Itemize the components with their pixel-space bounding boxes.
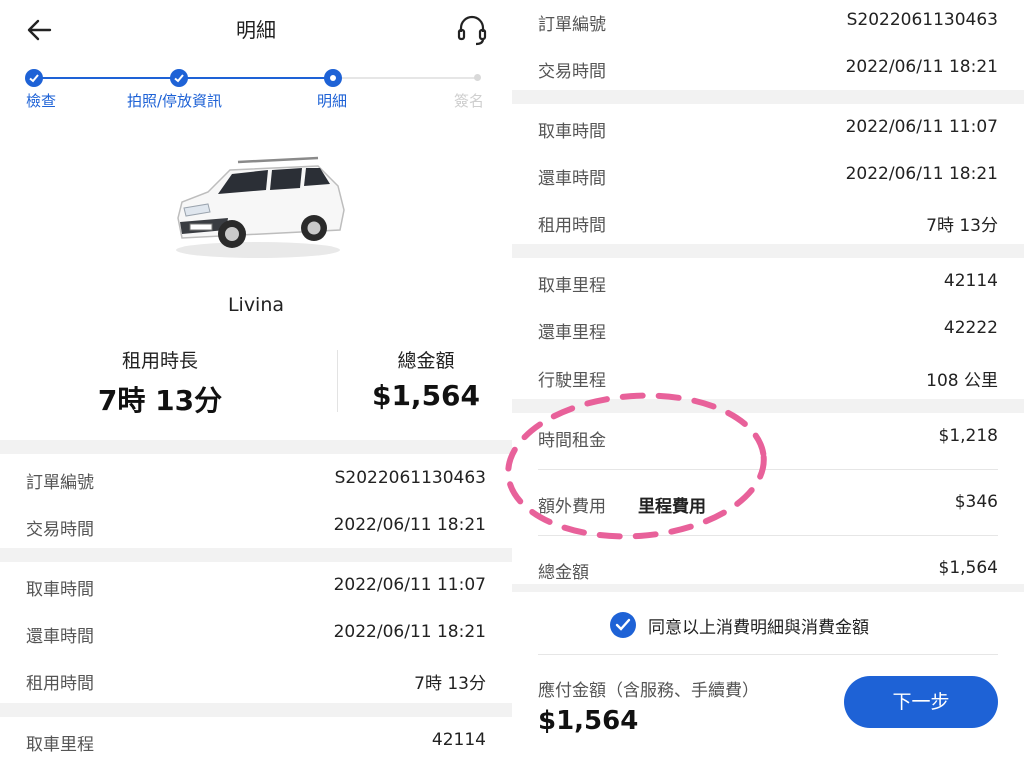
customer-service-button[interactable] — [454, 12, 490, 48]
extra-fee-value: $346 — [954, 492, 998, 512]
duration-value: 7時 13分 — [97, 384, 223, 417]
rental-time-row: 租用時間 7時 13分 — [0, 661, 512, 701]
duration-label: 租用時長 — [121, 350, 198, 372]
trade-time-label: 交易時間 — [538, 62, 606, 82]
row-divider — [538, 469, 998, 470]
row-divider — [538, 535, 998, 536]
order-number-value: S2022061130463 — [334, 468, 486, 488]
payable-label: 應付金額（含服務、手續費） — [538, 681, 759, 701]
duration-summary: 租用時長 7時 13分 — [40, 346, 280, 419]
section-gap — [512, 399, 1024, 413]
trade-time-value: 2022/06/11 18:21 — [333, 515, 486, 535]
return-time-row: 還車時間 2022/06/11 18:21 — [0, 614, 512, 654]
pickup-time-row: 取車時間 2022/06/11 11:07 — [512, 109, 1024, 149]
return-mileage-row: 還車里程 42222 — [512, 310, 1024, 350]
return-time-value: 2022/06/11 18:21 — [333, 622, 486, 642]
trade-time-value: 2022/06/11 18:21 — [845, 57, 998, 77]
rental-summary: 租用時長 7時 13分 總金額 $1,564 — [0, 346, 512, 426]
summary-divider — [337, 350, 338, 412]
checkmark-circle-icon — [610, 612, 636, 638]
agree-text: 同意以上消費明細與消費金額 — [648, 618, 869, 638]
rental-time-row: 租用時間 7時 13分 — [512, 203, 1024, 243]
driven-mileage-row: 行駛里程 108 公里 — [512, 358, 1024, 398]
rental-time-value: 7時 13分 — [414, 674, 486, 694]
step-label-photo-parking: 拍照/停放資訊 — [127, 92, 223, 110]
section-gap — [512, 584, 1024, 592]
progress-stepper: 檢查 拍照/停放資訊 明細 簽名 — [0, 60, 512, 116]
pickup-mileage-value: 42114 — [431, 730, 486, 750]
next-step-button[interactable]: 下一步 — [844, 676, 998, 728]
section-gap — [0, 440, 512, 454]
rental-time-value: 7時 13分 — [926, 216, 998, 236]
page-title: 明細 — [236, 18, 276, 42]
total-row-label: 總金額 — [538, 563, 589, 583]
pickup-mileage-label: 取車里程 — [538, 276, 606, 296]
step-label-details: 明細 — [317, 92, 348, 110]
section-gap — [0, 548, 512, 562]
total-value: $1,564 — [371, 379, 481, 412]
top-bar: 明細 — [0, 0, 512, 56]
total-summary: 總金額 $1,564 — [340, 346, 512, 412]
step-check-icon — [170, 69, 188, 87]
total-row-value: $1,564 — [938, 558, 998, 578]
trade-time-label: 交易時間 — [26, 520, 94, 540]
headset-icon — [457, 15, 487, 46]
extra-fee-row: 額外費用 里程費用 $346 — [512, 484, 1024, 524]
mileage-fee-label: 里程費用 — [638, 497, 706, 517]
order-number-row: 訂單編號 S2022061130463 — [512, 2, 1024, 42]
step-current-icon — [324, 69, 342, 87]
checkout-footer: 同意以上消費明細與消費金額 應付金額（含服務、手續費） $1,564 下一步 — [512, 592, 1024, 768]
section-gap — [512, 90, 1024, 104]
trade-time-row: 交易時間 2022/06/11 18:21 — [512, 49, 1024, 89]
car-image — [176, 156, 345, 258]
step-label-inspect: 檢查 — [26, 92, 57, 110]
trade-time-row: 交易時間 2022/06/11 18:21 — [0, 507, 512, 547]
return-time-row: 還車時間 2022/06/11 18:21 — [512, 156, 1024, 196]
order-number-row: 訂單編號 S2022061130463 — [0, 460, 512, 500]
rental-time-label: 租用時間 — [26, 674, 94, 694]
payable-amount: $1,564 — [538, 706, 639, 736]
total-label: 總金額 — [397, 350, 455, 372]
time-rent-label: 時間租金 — [538, 431, 606, 451]
pickup-time-value: 2022/06/11 11:07 — [845, 117, 998, 137]
section-gap — [0, 703, 512, 717]
return-mileage-value: 42222 — [943, 318, 998, 338]
return-time-label: 還車時間 — [26, 627, 94, 647]
order-number-value: S2022061130463 — [846, 10, 998, 30]
pickup-time-row: 取車時間 2022/06/11 11:07 — [0, 567, 512, 607]
pickup-mileage-row: 取車里程 42114 — [0, 722, 512, 762]
pickup-mileage-value: 42114 — [943, 271, 998, 291]
stepper-line-pending — [333, 77, 478, 79]
return-mileage-label: 還車里程 — [538, 323, 606, 343]
time-rent-value: $1,218 — [938, 426, 998, 446]
step-pending-icon — [474, 74, 481, 81]
right-screen: 訂單編號 S2022061130463 交易時間 2022/06/11 18:2… — [512, 0, 1024, 768]
pickup-mileage-label: 取車里程 — [26, 735, 94, 755]
time-rent-row: 時間租金 $1,218 — [512, 418, 1024, 458]
pickup-time-label: 取車時間 — [26, 580, 94, 600]
car-model-name: Livina — [227, 294, 285, 316]
return-time-label: 還車時間 — [538, 169, 606, 189]
footer-divider — [538, 654, 998, 655]
order-number-label: 訂單編號 — [26, 473, 94, 493]
step-check-icon — [25, 69, 43, 87]
driven-mileage-label: 行駛里程 — [538, 371, 606, 391]
section-gap — [512, 244, 1024, 258]
pickup-mileage-row: 取車里程 42114 — [512, 263, 1024, 303]
order-number-label: 訂單編號 — [538, 15, 606, 35]
driven-mileage-value: 108 公里 — [926, 371, 998, 391]
pickup-time-label: 取車時間 — [538, 122, 606, 142]
extra-fee-label: 額外費用 — [538, 497, 606, 517]
step-label-signature: 簽名 — [454, 92, 485, 110]
pickup-time-value: 2022/06/11 11:07 — [333, 575, 486, 595]
return-time-value: 2022/06/11 18:21 — [845, 164, 998, 184]
left-screen: 明細 檢查 拍照/停放資訊 明細 簽名 Livina 租用時長 7時 13分 總… — [0, 0, 512, 768]
rental-time-label: 租用時間 — [538, 216, 606, 236]
